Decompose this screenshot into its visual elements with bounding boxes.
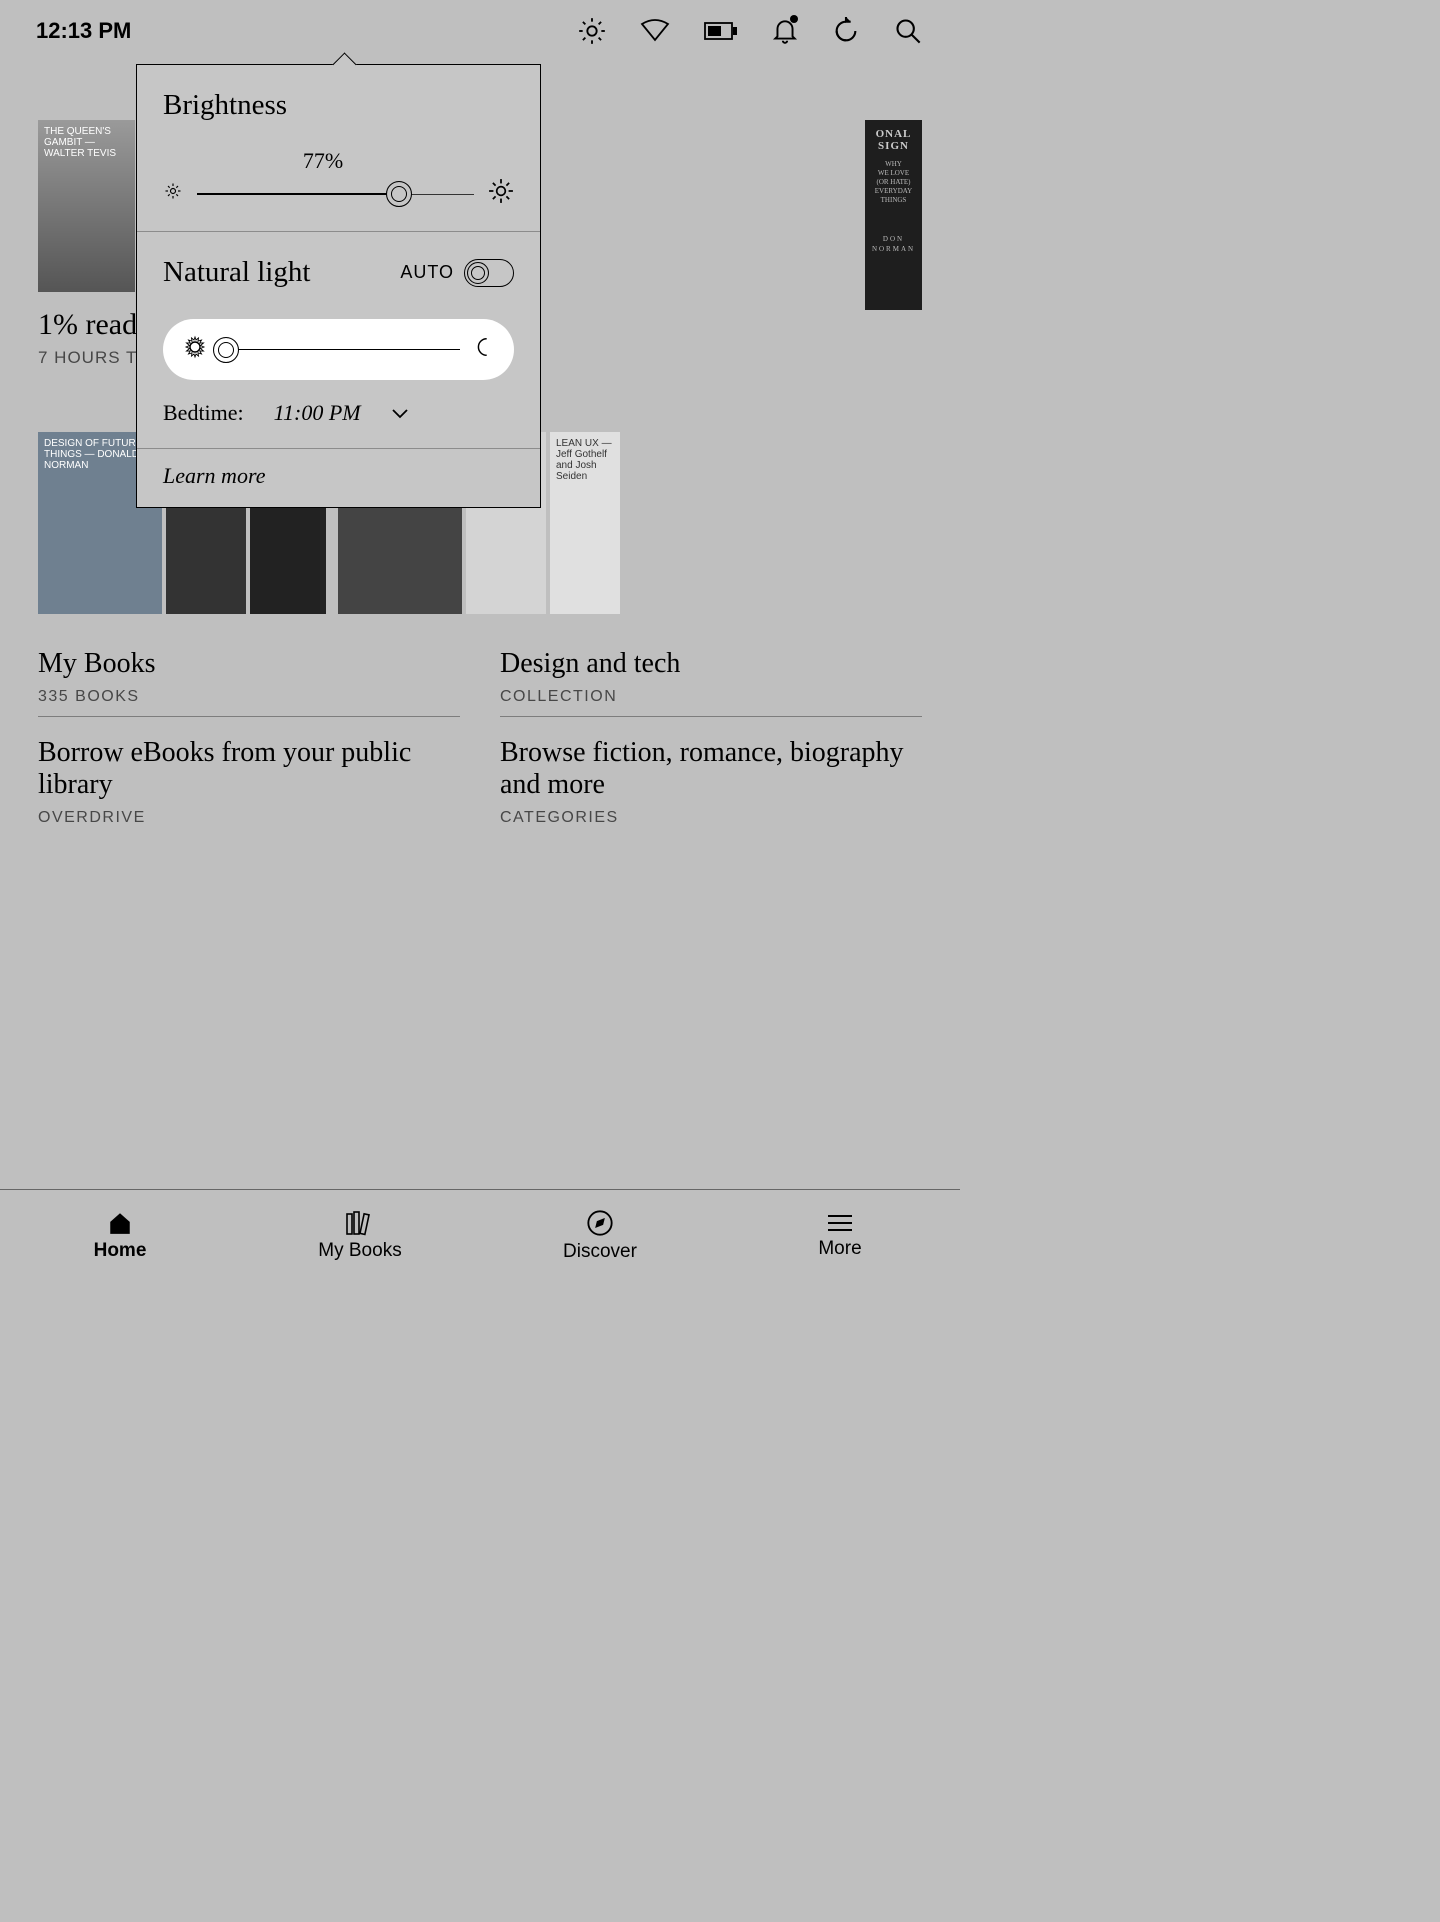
mybooks-subtitle: 335 BOOKS <box>38 688 460 706</box>
search-icon[interactable] <box>894 17 922 45</box>
nav-more[interactable]: More <box>720 1190 960 1281</box>
natural-light-section: Natural light AUTO Bedtime: <box>137 232 540 448</box>
nav-home[interactable]: Home <box>0 1190 240 1281</box>
learn-more-label: Learn more <box>163 463 265 488</box>
sun-icon <box>183 335 207 364</box>
brightness-title: Brightness <box>163 89 514 122</box>
natural-light-slider-container <box>163 319 514 380</box>
brightness-max-icon <box>488 178 514 209</box>
brightness-value: 77% <box>293 148 353 174</box>
natural-light-title: Natural light <box>163 256 310 289</box>
brightness-min-icon <box>163 181 183 206</box>
chevron-down-icon <box>391 400 409 426</box>
status-bar: 12:13 PM <box>0 0 960 62</box>
natural-light-slider-thumb[interactable] <box>213 337 239 363</box>
categories-title: Browse fiction, romance, biography and m… <box>500 737 922 801</box>
overdrive-tile[interactable]: Borrow eBooks from your public library O… <box>38 716 460 827</box>
nav-more-label: More <box>818 1238 861 1260</box>
auto-label: AUTO <box>400 262 454 283</box>
sync-icon[interactable] <box>832 17 860 45</box>
mybooks-title: My Books <box>38 648 460 680</box>
nav-mybooks-label: My Books <box>318 1240 401 1262</box>
nav-home-label: Home <box>94 1240 147 1262</box>
current-book-cover: THE QUEEN'S GAMBIT — WALTER TEVIS <box>38 120 135 292</box>
nav-discover[interactable]: Discover <box>480 1190 720 1281</box>
notifications-icon[interactable] <box>772 17 798 45</box>
brightness-popover: Brightness 77% Natural light <box>136 64 541 508</box>
status-icons <box>578 17 922 45</box>
natural-light-slider[interactable] <box>219 349 460 350</box>
home-icon <box>106 1210 134 1236</box>
clock: 12:13 PM <box>36 18 131 44</box>
collection-title: Design and tech <box>500 648 922 680</box>
compass-icon <box>586 1209 614 1237</box>
right-peek-cover: ONAL SIGN WHY WE LOVE (OR HATE) EVERYDAY… <box>865 120 922 310</box>
brightness-slider[interactable] <box>197 193 474 195</box>
brightness-icon[interactable] <box>578 17 606 45</box>
menu-icon <box>825 1212 855 1234</box>
overdrive-title: Borrow eBooks from your public library <box>38 737 460 801</box>
books-icon <box>344 1210 376 1236</box>
collection-tile[interactable]: Design and tech COLLECTION <box>500 628 922 706</box>
book-cover[interactable]: LEAN UX — Jeff Gothelf and Josh Seiden <box>550 432 620 614</box>
bottom-nav: Home My Books Discover More <box>0 1189 960 1281</box>
overdrive-subtitle: OVERDRIVE <box>38 809 460 827</box>
categories-subtitle: CATEGORIES <box>500 809 922 827</box>
brightness-slider-thumb[interactable] <box>386 181 412 207</box>
auto-toggle[interactable] <box>464 259 514 287</box>
learn-more-link[interactable]: Learn more <box>137 449 540 507</box>
bedtime-label: Bedtime: <box>163 400 244 426</box>
nav-mybooks[interactable]: My Books <box>240 1190 480 1281</box>
battery-icon[interactable] <box>704 20 738 42</box>
bedtime-row[interactable]: Bedtime: 11:00 PM <box>163 400 514 426</box>
wifi-icon[interactable] <box>640 19 670 43</box>
collection-subtitle: COLLECTION <box>500 688 922 706</box>
mybooks-tile[interactable]: My Books 335 BOOKS <box>38 628 460 706</box>
brightness-section: Brightness 77% <box>137 65 540 231</box>
bedtime-value: 11:00 PM <box>274 400 361 426</box>
nav-discover-label: Discover <box>563 1241 637 1263</box>
moon-icon <box>472 336 494 363</box>
categories-tile[interactable]: Browse fiction, romance, biography and m… <box>500 716 922 827</box>
